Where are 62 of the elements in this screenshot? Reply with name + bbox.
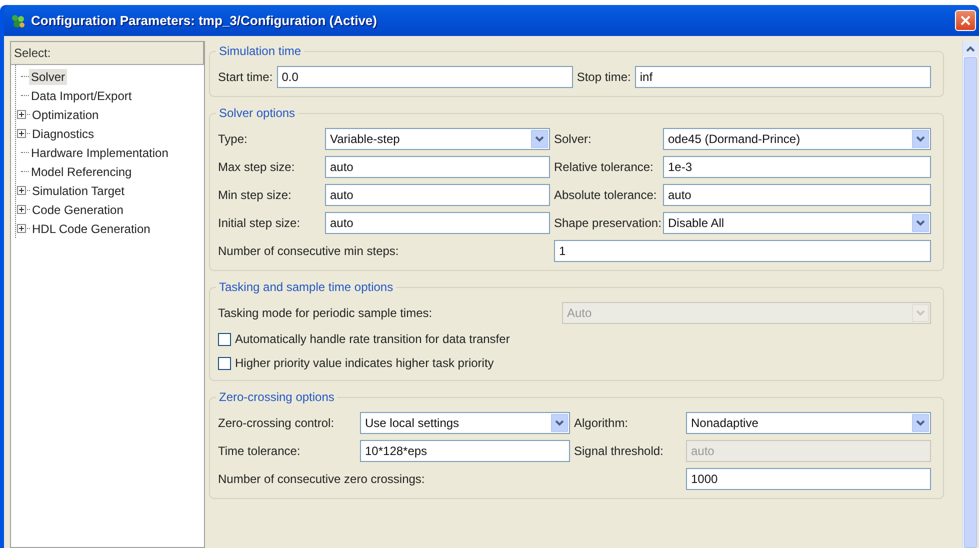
field-label: Zero-crossing control: (218, 416, 336, 430)
field-label: Solver: (554, 132, 592, 146)
field-label: Initial step size: (218, 216, 302, 230)
tree-item[interactable]: Simulation Target (30, 182, 126, 198)
group-title: Solver options (216, 106, 298, 120)
chevron-down-icon (535, 136, 544, 142)
text-field[interactable]: auto (325, 156, 550, 178)
field-label: Relative tolerance: (554, 160, 654, 174)
checkbox-label: Higher priority value indicates higher task priority (235, 356, 494, 370)
chevron-up-icon (966, 46, 974, 52)
field-label: Algorithm: (574, 416, 630, 430)
chevron-down-icon (916, 220, 925, 226)
field-label: Max step size: (218, 160, 296, 174)
checkbox[interactable] (218, 332, 231, 346)
tree-item[interactable]: Solver (29, 68, 68, 84)
field-label: Tasking mode for periodic sample times: (218, 306, 434, 320)
chevron-down-icon (916, 310, 925, 316)
tree-header: Select: (11, 42, 204, 65)
text-field[interactable]: inf (634, 66, 931, 88)
text-field[interactable]: 0.0 (276, 66, 573, 88)
close-icon (960, 15, 971, 26)
tree-item[interactable]: Hardware Implementation (29, 144, 170, 160)
dropdown[interactable]: Use local settings (360, 412, 570, 434)
text-field[interactable]: 1000 (686, 468, 931, 490)
close-button[interactable] (955, 10, 976, 31)
field-label: Number of consecutive min steps: (218, 244, 400, 258)
field-label: Min step size: (218, 188, 292, 202)
text-field[interactable]: 1e-3 (663, 156, 931, 178)
field-label: Type: (218, 132, 248, 146)
app-icon (10, 12, 26, 28)
field-label: Stop time: (576, 70, 631, 84)
tree-item[interactable]: Data Import/Export (29, 88, 134, 104)
text-field[interactable]: 10*128*eps (360, 440, 570, 462)
dropdown[interactable]: Variable-step (325, 128, 550, 150)
chevron-down-icon (916, 136, 925, 142)
tree-item[interactable]: HDL Code Generation (30, 220, 152, 236)
checkbox[interactable] (218, 356, 231, 370)
tree-item[interactable]: Model Referencing (29, 164, 134, 180)
field-label: Time tolerance: (218, 444, 302, 458)
field-label: Shape preservation: (554, 216, 659, 230)
text-field[interactable]: auto (325, 212, 550, 234)
dropdown[interactable]: Nonadaptive (686, 412, 931, 434)
dropdown[interactable]: Disable All (663, 212, 931, 234)
group-title: Simulation time (216, 44, 304, 58)
tree-item[interactable]: Optimization (30, 106, 101, 122)
chevron-down-icon (555, 420, 564, 426)
text-field[interactable]: auto (663, 184, 931, 206)
window-title: Configuration Parameters: tmp_3/Configuration (Active) (31, 13, 378, 28)
field-label: Absolute tolerance: (554, 188, 658, 202)
field-label: Number of consecutive zero crossings: (218, 472, 426, 486)
tree-item[interactable]: Code Generation (30, 202, 126, 218)
field-label: Start time: (218, 70, 273, 84)
dropdown[interactable]: ode45 (Dormand-Prince) (663, 128, 931, 150)
group-title: Zero-crossing options (216, 390, 338, 404)
chevron-down-icon (916, 420, 925, 426)
text-field[interactable]: 1 (554, 240, 931, 262)
scrollbar[interactable] (962, 41, 977, 548)
group-title: Tasking and sample time options (216, 280, 396, 294)
checkbox-label: Automatically handle rate transition for data transfer (235, 332, 510, 346)
field-label: Signal threshold: (574, 444, 664, 458)
tree-item[interactable]: Diagnostics (30, 126, 96, 142)
text-field[interactable]: auto (325, 184, 550, 206)
